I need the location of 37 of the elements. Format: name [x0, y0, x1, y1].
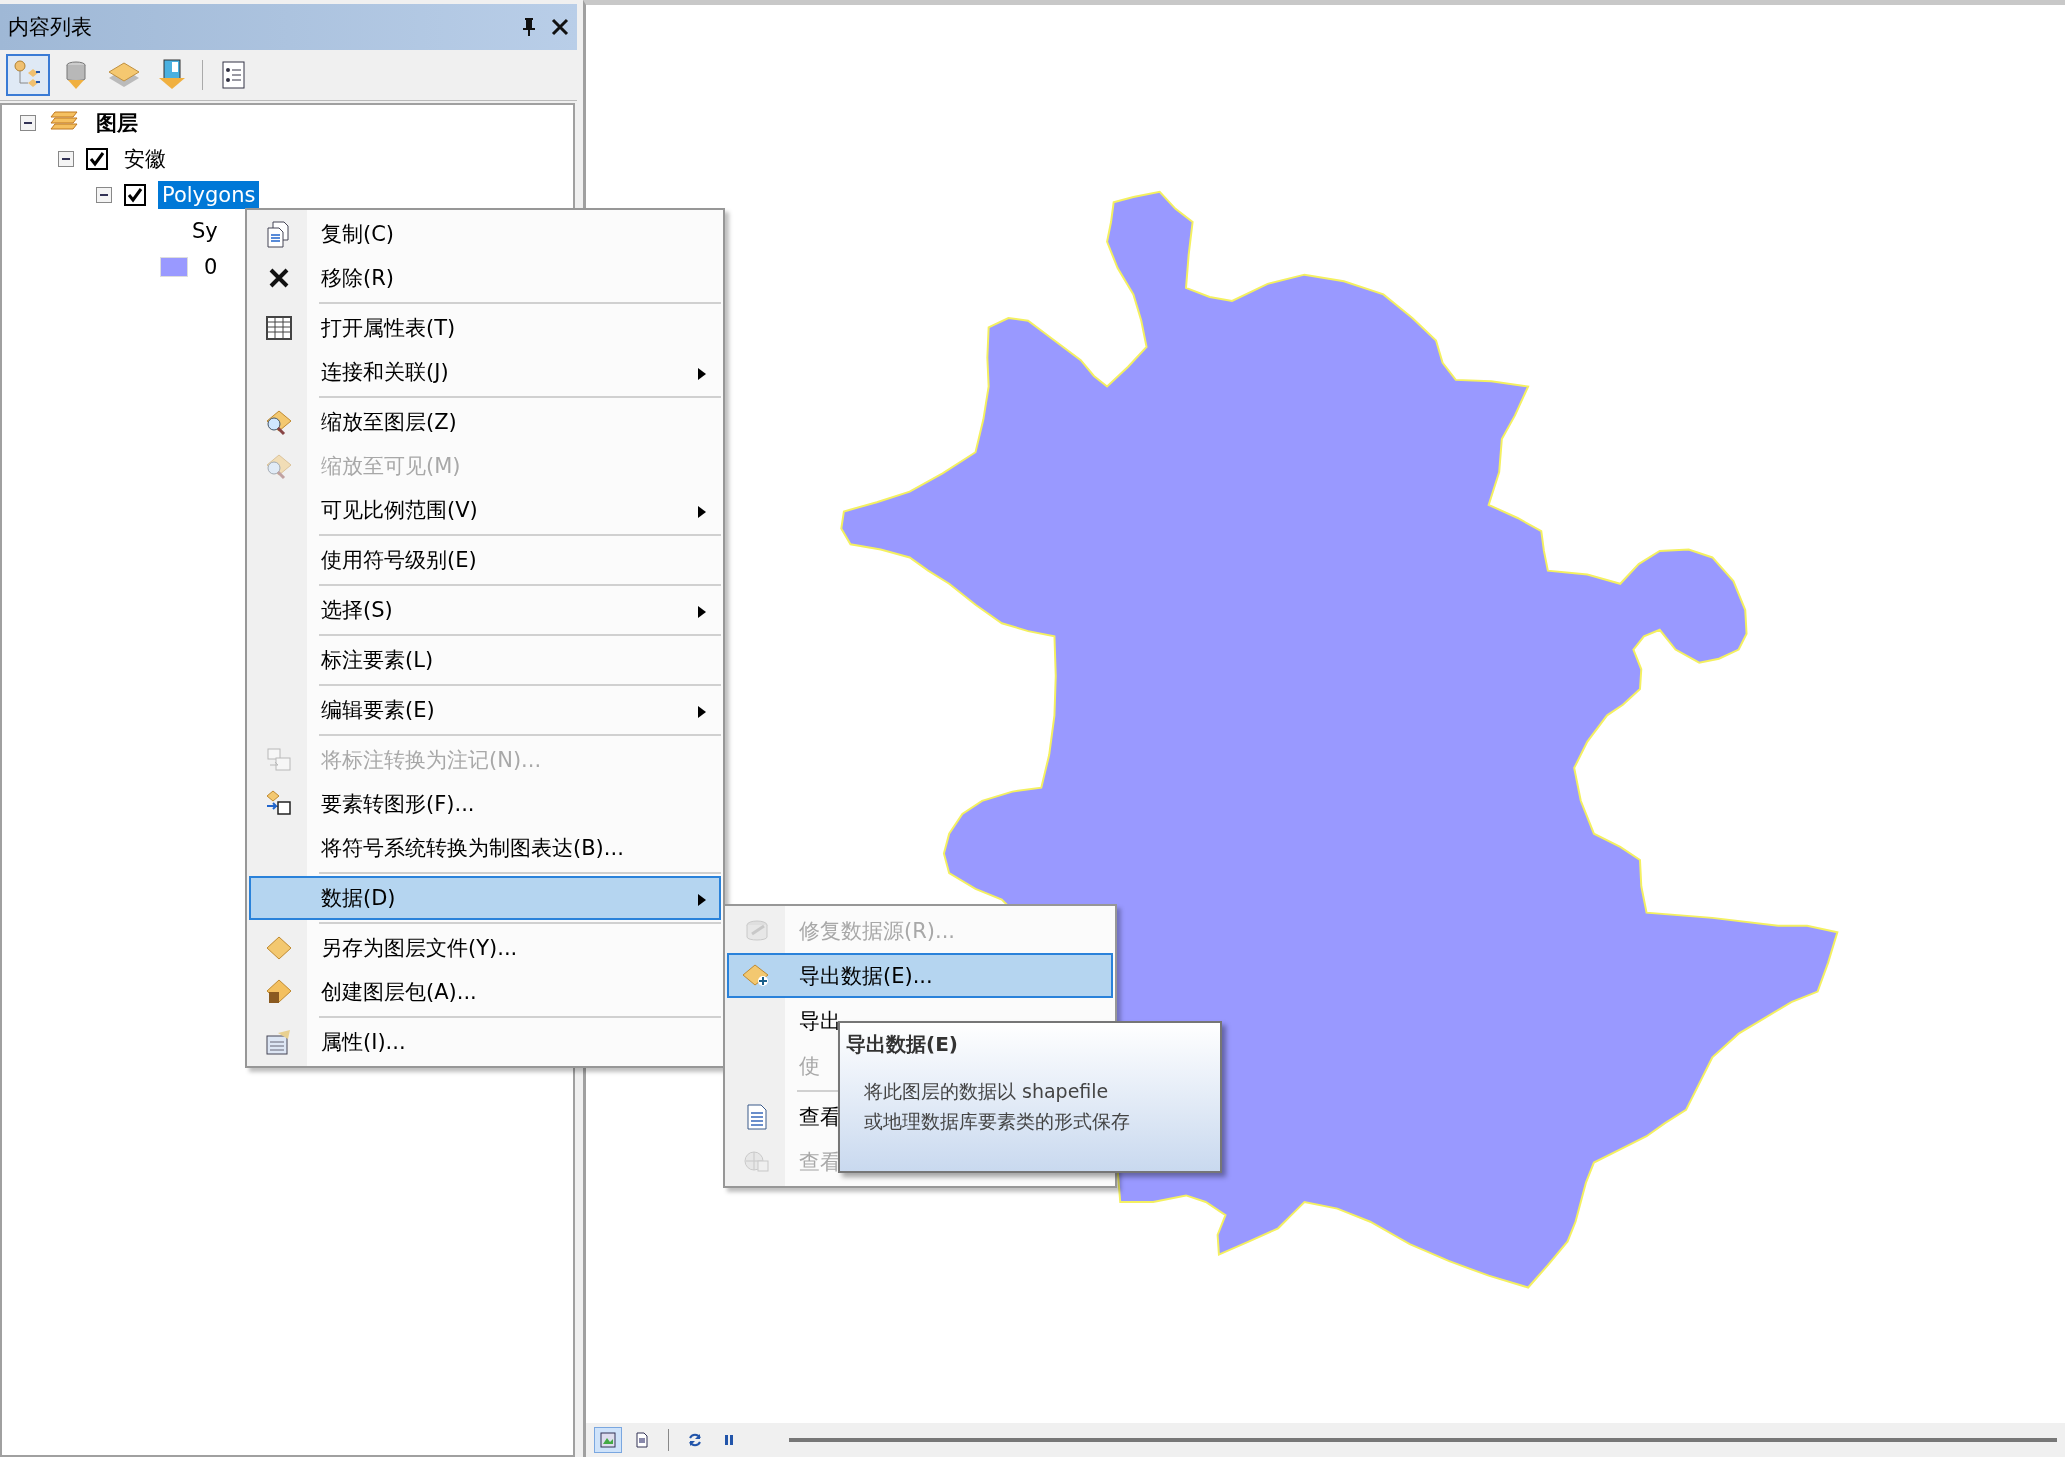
collapse-toggle[interactable]	[58, 151, 74, 167]
pin-icon[interactable]	[521, 17, 537, 37]
submenu-arrow-icon	[697, 367, 707, 381]
close-icon[interactable]	[551, 18, 569, 36]
layer-checkbox[interactable]	[124, 184, 146, 206]
table-icon	[264, 313, 294, 343]
data-view-button[interactable]	[594, 1427, 622, 1453]
menu-item[interactable]: 将符号系统转换为制图表达(B)...	[249, 826, 721, 870]
submenu-arrow-icon	[697, 605, 707, 619]
data-view-icon	[600, 1432, 616, 1448]
submenu-arrow-icon	[697, 893, 707, 907]
menu-item[interactable]: 创建图层包(A)...	[249, 970, 721, 1014]
scroll-bar[interactable]	[789, 1438, 2057, 1442]
menu-item[interactable]: 复制(C)	[249, 212, 721, 256]
tooltip-text: 或地理数据库要素类的形式保存	[864, 1109, 1131, 1134]
collapse-toggle[interactable]	[96, 187, 112, 203]
menu-item[interactable]: 移除(R)	[249, 256, 721, 300]
menu-item[interactable]: 导出数据(E)...	[727, 953, 1113, 998]
submenu-arrow-icon	[697, 505, 707, 519]
layer-name[interactable]: Polygons	[158, 181, 260, 209]
panel-title: 内容列表	[8, 14, 93, 41]
tooltip-title: 导出数据(E)	[846, 1031, 959, 1058]
menu-item[interactable]: 连接和关联(J)	[249, 350, 721, 394]
menu-item[interactable]: 要素转图形(F)...	[249, 782, 721, 826]
layer-checkbox[interactable]	[86, 148, 108, 170]
refresh-icon	[687, 1432, 703, 1448]
list-by-drawing-order-button[interactable]	[6, 54, 50, 96]
submenu-arrow-icon	[697, 705, 707, 719]
menu-item[interactable]: 可见比例范围(V)	[249, 488, 721, 532]
tooltip-text: 将此图层的数据以 shapefile	[864, 1079, 1110, 1104]
tree-label[interactable]: 图层	[92, 107, 142, 139]
symbol-field-label: Sy	[191, 218, 219, 245]
layer-name[interactable]: 安徽	[120, 143, 170, 175]
menu-item[interactable]: 数据(D)	[249, 870, 721, 920]
legend-label: 0	[203, 254, 219, 281]
layout-view-icon	[634, 1432, 650, 1448]
collapse-toggle[interactable]	[20, 115, 36, 131]
